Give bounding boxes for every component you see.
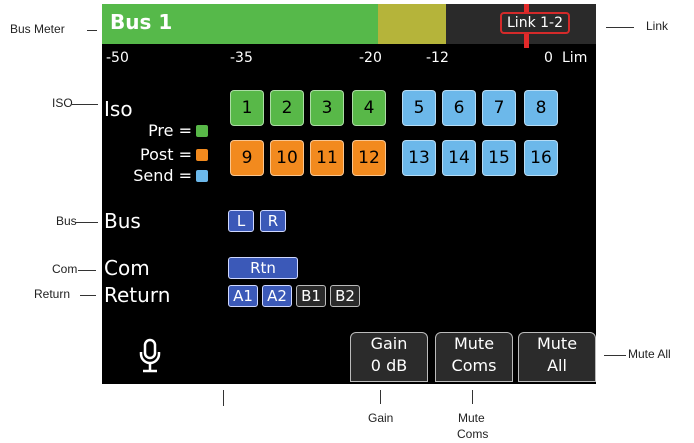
callout-mute-coms-1: Mute bbox=[458, 411, 485, 425]
device-screen: Bus 1 Link 1-2 -50 -35 -20 -12 0 Lim Iso… bbox=[102, 4, 596, 384]
iso-channel-15[interactable]: 15 bbox=[482, 140, 516, 176]
iso-channel-9[interactable]: 9 bbox=[230, 140, 264, 176]
mute-all-softkey[interactable]: Mute All bbox=[518, 332, 596, 382]
iso-channel-3[interactable]: 3 bbox=[310, 90, 344, 126]
callout-line bbox=[223, 390, 224, 406]
iso-label: Iso bbox=[104, 97, 133, 121]
callout-line bbox=[72, 104, 98, 105]
bus-right-button[interactable]: R bbox=[260, 210, 286, 232]
bus-meter-title: Bus 1 bbox=[110, 10, 173, 34]
return-a2-button[interactable]: A2 bbox=[262, 285, 292, 307]
com-rtn-button[interactable]: Rtn bbox=[228, 257, 298, 279]
iso-channel-8[interactable]: 8 bbox=[524, 90, 558, 126]
bus-left-button[interactable]: L bbox=[228, 210, 254, 232]
return-b1-button[interactable]: B1 bbox=[296, 285, 326, 307]
iso-channel-5[interactable]: 5 bbox=[402, 90, 436, 126]
callout-line bbox=[380, 390, 381, 404]
gain-softkey[interactable]: Gain 0 dB bbox=[350, 332, 428, 382]
scale-label: -20 bbox=[359, 50, 382, 66]
callout-line bbox=[78, 270, 96, 271]
iso-channel-1[interactable]: 1 bbox=[230, 90, 264, 126]
link-button[interactable]: Link 1-2 bbox=[500, 12, 570, 34]
mute-coms-softkey-bottom: Coms bbox=[451, 356, 497, 375]
microphone-icon bbox=[138, 338, 162, 374]
bus-label: Bus bbox=[104, 209, 141, 233]
meter-bar-yellow bbox=[378, 4, 446, 44]
gain-softkey-top: Gain bbox=[370, 334, 408, 353]
callout-line bbox=[87, 30, 97, 31]
callout-return: Return bbox=[34, 287, 71, 301]
callout-mute-all: Mute All bbox=[628, 347, 671, 361]
com-label: Com bbox=[104, 256, 150, 280]
send-color-swatch bbox=[196, 170, 208, 182]
iso-channel-11[interactable]: 11 bbox=[310, 140, 344, 176]
scale-label: 0 bbox=[544, 50, 553, 66]
gain-softkey-value: 0 dB bbox=[370, 356, 408, 375]
callout-bus-meter: Bus Meter bbox=[10, 22, 65, 36]
callout-line bbox=[80, 295, 96, 296]
iso-channel-14[interactable]: 14 bbox=[442, 140, 476, 176]
pre-color-swatch bbox=[196, 125, 208, 137]
scale-label: Lim bbox=[562, 50, 588, 66]
iso-channel-7[interactable]: 7 bbox=[482, 90, 516, 126]
scale-label: -12 bbox=[426, 50, 449, 66]
callout-line bbox=[76, 222, 98, 223]
iso-channel-13[interactable]: 13 bbox=[402, 140, 436, 176]
iso-channel-6[interactable]: 6 bbox=[442, 90, 476, 126]
pre-label: Pre = bbox=[148, 121, 192, 140]
callout-link: Link bbox=[646, 19, 669, 33]
callout-line bbox=[606, 27, 634, 28]
callout-com: Com bbox=[52, 262, 78, 276]
callout-line bbox=[604, 355, 626, 356]
send-label: Send = bbox=[133, 166, 192, 185]
mute-all-softkey-top: Mute bbox=[536, 334, 578, 353]
iso-channel-2[interactable]: 2 bbox=[270, 90, 304, 126]
callout-gain: Gain bbox=[368, 411, 394, 425]
return-a1-button[interactable]: A1 bbox=[228, 285, 258, 307]
iso-channel-10[interactable]: 10 bbox=[270, 140, 304, 176]
return-b2-button[interactable]: B2 bbox=[330, 285, 360, 307]
return-label: Return bbox=[104, 283, 171, 307]
scale-label: -35 bbox=[230, 50, 253, 66]
callout-line bbox=[472, 390, 473, 404]
callout-bus: Bus bbox=[56, 214, 77, 228]
mute-all-softkey-bottom: All bbox=[547, 356, 567, 375]
iso-channel-16[interactable]: 16 bbox=[524, 140, 558, 176]
post-color-swatch bbox=[196, 149, 208, 161]
scale-label: -50 bbox=[106, 50, 129, 66]
post-label: Post = bbox=[140, 145, 192, 164]
iso-channel-12[interactable]: 12 bbox=[352, 140, 386, 176]
mute-coms-softkey-top: Mute bbox=[453, 334, 495, 353]
iso-channel-4[interactable]: 4 bbox=[352, 90, 386, 126]
callout-iso: ISO bbox=[52, 96, 73, 110]
callout-mute-coms-2: Coms bbox=[457, 427, 489, 441]
mute-coms-softkey[interactable]: Mute Coms bbox=[435, 332, 513, 382]
